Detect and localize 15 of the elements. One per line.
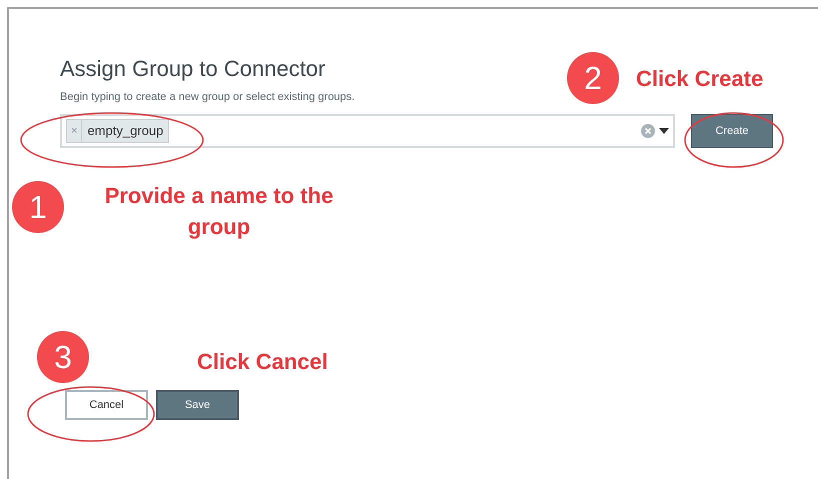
- step-number-badge: 2: [567, 52, 619, 104]
- create-button[interactable]: Create: [691, 114, 773, 148]
- dialog-title: Assign Group to Connector: [60, 55, 326, 82]
- step-instruction: Click Create: [636, 65, 764, 93]
- dropdown-caret-icon[interactable]: [659, 128, 669, 134]
- tag-remove-button[interactable]: ×: [67, 120, 82, 142]
- step-number-badge: 3: [37, 331, 89, 383]
- dialog-description: Begin typing to create a new group or select existing groups.: [60, 90, 356, 104]
- step-instruction: Provide a name to the group: [104, 182, 334, 241]
- save-button[interactable]: Save: [156, 390, 239, 420]
- cancel-button[interactable]: Cancel: [65, 390, 148, 420]
- group-select-field[interactable]: × empty_group: [60, 114, 675, 148]
- tag-label: empty_group: [86, 122, 164, 140]
- step-number-badge: 1: [12, 181, 64, 233]
- step-instruction: Click Cancel: [197, 348, 328, 376]
